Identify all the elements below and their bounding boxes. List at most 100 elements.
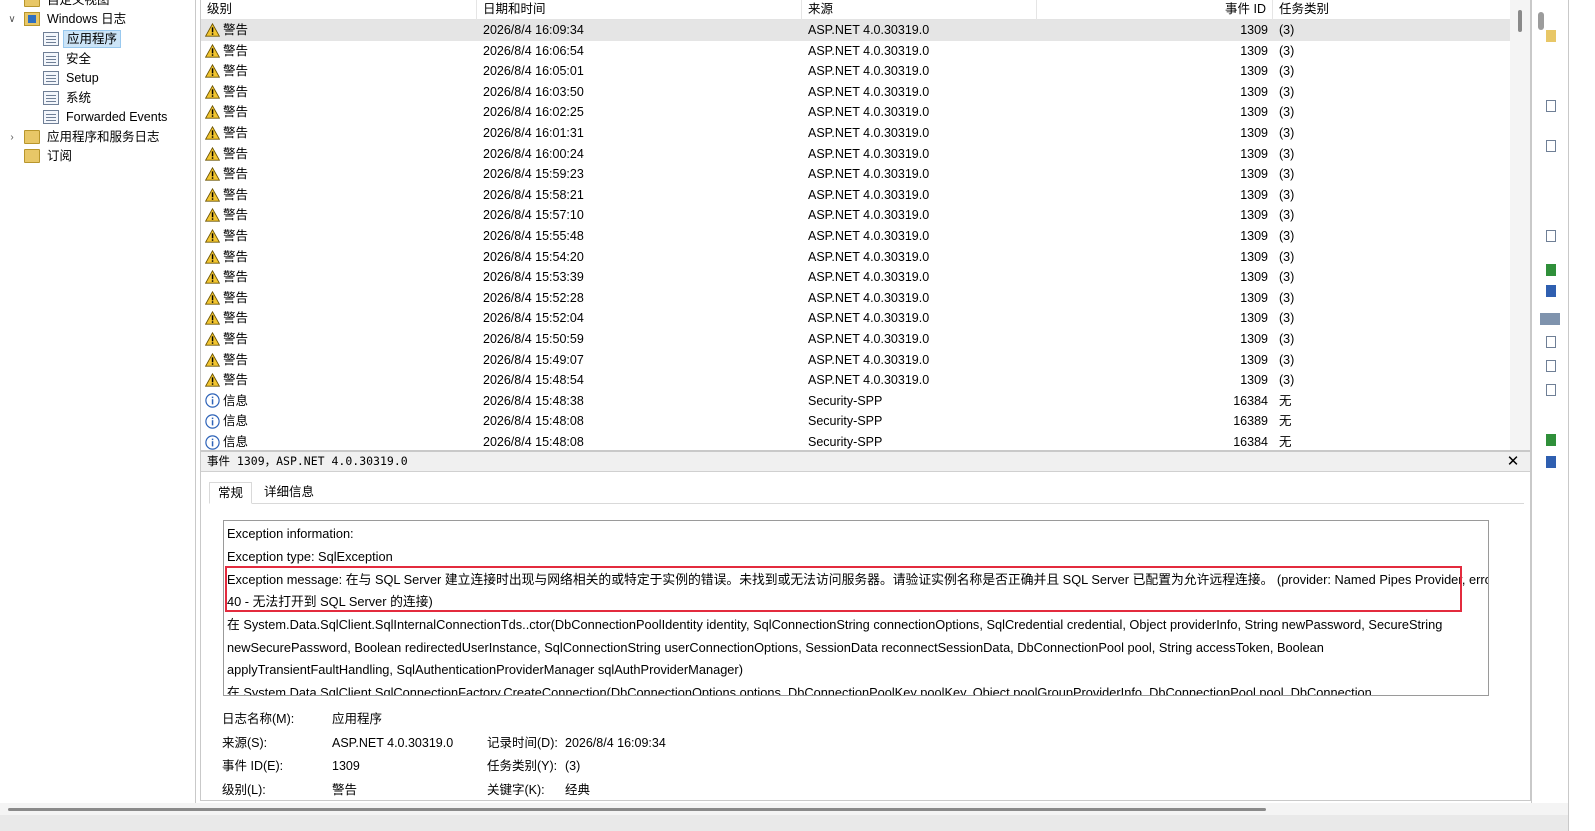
table-row[interactable]: 警告 2026/8/4 15:53:39 ASP.NET 4.0.30319.0 13… xyxy=(201,267,1511,288)
refresh-icon[interactable] xyxy=(1546,434,1556,446)
task-cell: (3) xyxy=(1279,332,1295,346)
chevron-down-icon[interactable]: ∨ xyxy=(6,14,18,25)
event-id-cell: 1309 xyxy=(1240,64,1268,79)
folder-icon xyxy=(24,0,40,7)
table-row[interactable]: 警告 2026/8/4 16:00:24 ASP.NET 4.0.30319.0 13… xyxy=(201,144,1511,165)
datetime-cell: 2026/8/4 15:58:21 xyxy=(483,187,584,202)
scrollbar-thumb[interactable] xyxy=(1518,10,1522,32)
source-label: 来源(S): xyxy=(222,736,268,750)
table-row[interactable]: 警告 2026/8/4 15:58:21 ASP.NET 4.0.30319.0 13… xyxy=(201,185,1511,206)
level-text: 警告 xyxy=(223,270,249,285)
table-row[interactable]: 警告 2026/8/4 15:54:20 ASP.NET 4.0.30319.0 13… xyxy=(201,247,1511,268)
help-icon[interactable] xyxy=(1546,285,1556,297)
table-row[interactable]: 警告 2026/8/4 15:55:48 ASP.NET 4.0.30319.0 13… xyxy=(201,226,1511,247)
task-icon[interactable] xyxy=(1546,360,1556,372)
task-cell: (3) xyxy=(1279,373,1295,388)
event-id-cell: 1309 xyxy=(1240,373,1268,388)
tree-label: Forwarded Events xyxy=(66,110,168,124)
refresh-icon[interactable] xyxy=(1546,264,1556,276)
log-icon[interactable] xyxy=(1546,100,1556,112)
datetime-cell: 2026/8/4 15:48:08 xyxy=(483,414,584,429)
task-cell: (3) xyxy=(1279,229,1295,243)
table-row[interactable]: 警告 2026/8/4 15:52:04 ASP.NET 4.0.30319.0 13… xyxy=(201,308,1511,329)
level-cell: 警告 xyxy=(205,185,248,205)
datetime-cell: 2026/8/4 15:54:20 xyxy=(483,249,584,264)
table-row[interactable]: 警告 2026/8/4 16:02:25 ASP.NET 4.0.30319.0 13… xyxy=(201,102,1511,123)
tab-general[interactable]: 常规 xyxy=(209,482,253,504)
table-row[interactable]: 警告 2026/8/4 16:06:54 ASP.NET 4.0.30319.0 13… xyxy=(201,41,1511,62)
section-header-icon[interactable] xyxy=(1540,313,1560,325)
task-cell: 无 xyxy=(1279,393,1292,408)
table-row[interactable]: 信息 2026/8/4 15:48:08 Security-SPP 16384 无 xyxy=(201,432,1511,450)
close-icon[interactable]: ✕ xyxy=(1506,452,1520,472)
table-row[interactable]: 信息 2026/8/4 15:48:38 Security-SPP 16384 无 xyxy=(201,391,1511,412)
tree-item-application[interactable]: 应用程序 xyxy=(43,29,122,49)
level-text: 警告 xyxy=(223,23,249,37)
task-cell: (3) xyxy=(1279,208,1295,223)
table-row[interactable]: 警告 2026/8/4 16:05:01 ASP.NET 4.0.30319.0 13… xyxy=(201,61,1511,82)
level-text: 警告 xyxy=(223,43,249,58)
column-header-level[interactable]: 级别 xyxy=(201,0,477,20)
tree-item-system[interactable]: 系统 xyxy=(43,88,94,108)
table-row[interactable]: 警告 2026/8/4 15:59:23 ASP.NET 4.0.30319.0 13… xyxy=(201,164,1511,185)
table-row[interactable]: 警告 2026/8/4 16:09:34 ASP.NET 4.0.30319.0 13… xyxy=(201,20,1511,41)
status-bar xyxy=(0,815,1568,831)
table-row[interactable]: 警告 2026/8/4 15:48:54 ASP.NET 4.0.30319.0 13… xyxy=(201,370,1511,391)
event-message-box[interactable]: Exception information: Exception type: S… xyxy=(223,520,1489,696)
table-row[interactable]: 警告 2026/8/4 15:57:10 ASP.NET 4.0.30319.0 13… xyxy=(201,205,1511,226)
tab-divider xyxy=(209,503,1524,504)
tree-node-windows-logs[interactable]: ∨ Windows 日志 xyxy=(6,9,129,29)
keywords-label: 关键字(K): xyxy=(487,783,545,797)
column-header-task[interactable]: 任务类别 xyxy=(1273,0,1511,20)
chevron-right-icon[interactable]: › xyxy=(6,132,18,143)
table-row[interactable]: 警告 2026/8/4 15:52:28 ASP.NET 4.0.30319.0 13… xyxy=(201,288,1511,309)
actions-scroll-thumb[interactable] xyxy=(1538,12,1544,30)
tree-label: Setup xyxy=(66,71,99,85)
scrollbar-thumb[interactable] xyxy=(8,808,1266,811)
table-row[interactable]: 警告 2026/8/4 16:01:31 ASP.NET 4.0.30319.0 13… xyxy=(201,123,1511,144)
message-line: Exception type: SqlException xyxy=(227,549,393,564)
message-line: 在 System.Data.SqlClient.SqlConnectionFac… xyxy=(227,685,1372,696)
datetime-cell: 2026/8/4 15:50:59 xyxy=(483,332,584,346)
event-list[interactable]: 级别 日期和时间 来源 事件 ID 任务类别 警告 2026/8/4 16:09:… xyxy=(200,0,1531,451)
tree-label: 系统 xyxy=(66,91,92,105)
tree-item-setup[interactable]: Setup xyxy=(43,68,102,88)
level-cell: 警告 xyxy=(205,61,248,81)
tree-node-subscriptions[interactable]: 订阅 xyxy=(24,146,75,166)
level-text: 警告 xyxy=(223,208,249,223)
warning-icon xyxy=(205,373,220,387)
warning-icon xyxy=(205,43,220,58)
table-row[interactable]: 警告 2026/8/4 16:03:50 ASP.NET 4.0.30319.0 13… xyxy=(201,82,1511,103)
source-cell: ASP.NET 4.0.30319.0 xyxy=(808,352,930,367)
table-row[interactable]: 警告 2026/8/4 15:49:07 ASP.NET 4.0.30319.0 13… xyxy=(201,350,1511,371)
table-row[interactable]: 警告 2026/8/4 15:50:59 ASP.NET 4.0.30319.0 13… xyxy=(201,329,1511,350)
message-line: Exception message: 在与 SQL Server 建立连接时出现… xyxy=(227,572,1489,587)
actions-pane[interactable] xyxy=(1531,0,1568,815)
save-icon[interactable] xyxy=(1546,230,1556,242)
navigation-tree[interactable]: 自定义视图 ∨ Windows 日志 应用程序 安全 Setup 系统 Forw… xyxy=(0,0,196,815)
column-header-event-id[interactable]: 事件 ID xyxy=(1037,0,1273,20)
help-icon[interactable] xyxy=(1546,456,1556,468)
vertical-scrollbar[interactable] xyxy=(1510,0,1530,450)
event-id-cell: 16389 xyxy=(1233,414,1268,429)
folder-icon[interactable] xyxy=(1546,30,1556,42)
info-icon xyxy=(205,414,220,429)
info-icon xyxy=(205,434,220,450)
task-cell: 无 xyxy=(1279,435,1292,449)
event-properties-icon[interactable] xyxy=(1546,336,1556,348)
level-cell: 警告 xyxy=(205,329,248,349)
source-cell: Security-SPP xyxy=(808,414,883,429)
horizontal-scrollbar[interactable] xyxy=(0,803,1568,815)
tree-item-forwarded-events[interactable]: Forwarded Events xyxy=(43,107,170,127)
level-cell: 信息 xyxy=(205,432,248,450)
column-header-source[interactable]: 来源 xyxy=(802,0,1037,20)
tree-item-security[interactable]: 安全 xyxy=(43,49,94,69)
properties-icon[interactable] xyxy=(1546,140,1556,152)
tree-node-app-service-logs[interactable]: › 应用程序和服务日志 xyxy=(6,127,163,147)
task-cell: (3) xyxy=(1279,84,1295,99)
column-header-datetime[interactable]: 日期和时间 xyxy=(477,0,802,20)
copy-icon[interactable] xyxy=(1546,384,1556,396)
message-line: newSecurePassword, Boolean redirectedUse… xyxy=(227,640,1324,655)
tab-details[interactable]: 详细信息 xyxy=(256,482,322,504)
table-row[interactable]: 信息 2026/8/4 15:48:08 Security-SPP 16389 无 xyxy=(201,411,1511,432)
